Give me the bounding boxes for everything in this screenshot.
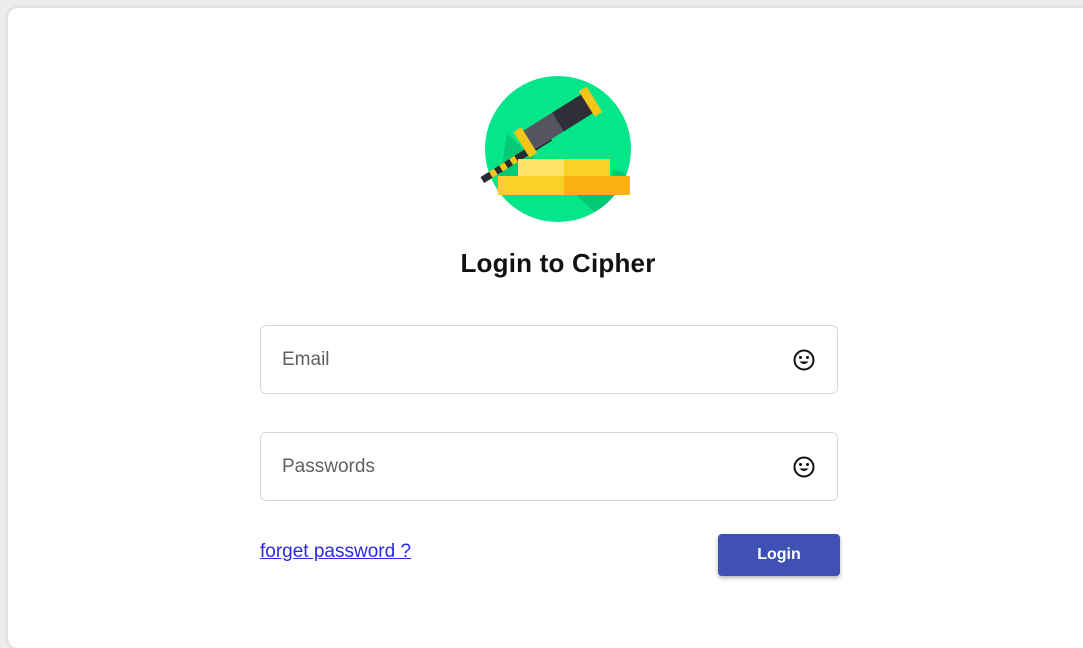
gavel-logo <box>445 74 671 224</box>
smiley-icon <box>793 349 815 371</box>
page-title: Login to Cipher <box>460 248 656 278</box>
email-field-container <box>260 325 838 394</box>
password-input[interactable] <box>282 433 762 500</box>
password-field-container <box>260 432 838 501</box>
forget-password-link[interactable]: forget password ? <box>260 541 411 563</box>
login-button[interactable]: Login <box>718 534 840 576</box>
gavel-icon <box>480 76 631 222</box>
email-input[interactable] <box>282 326 762 393</box>
smiley-icon <box>793 456 815 478</box>
